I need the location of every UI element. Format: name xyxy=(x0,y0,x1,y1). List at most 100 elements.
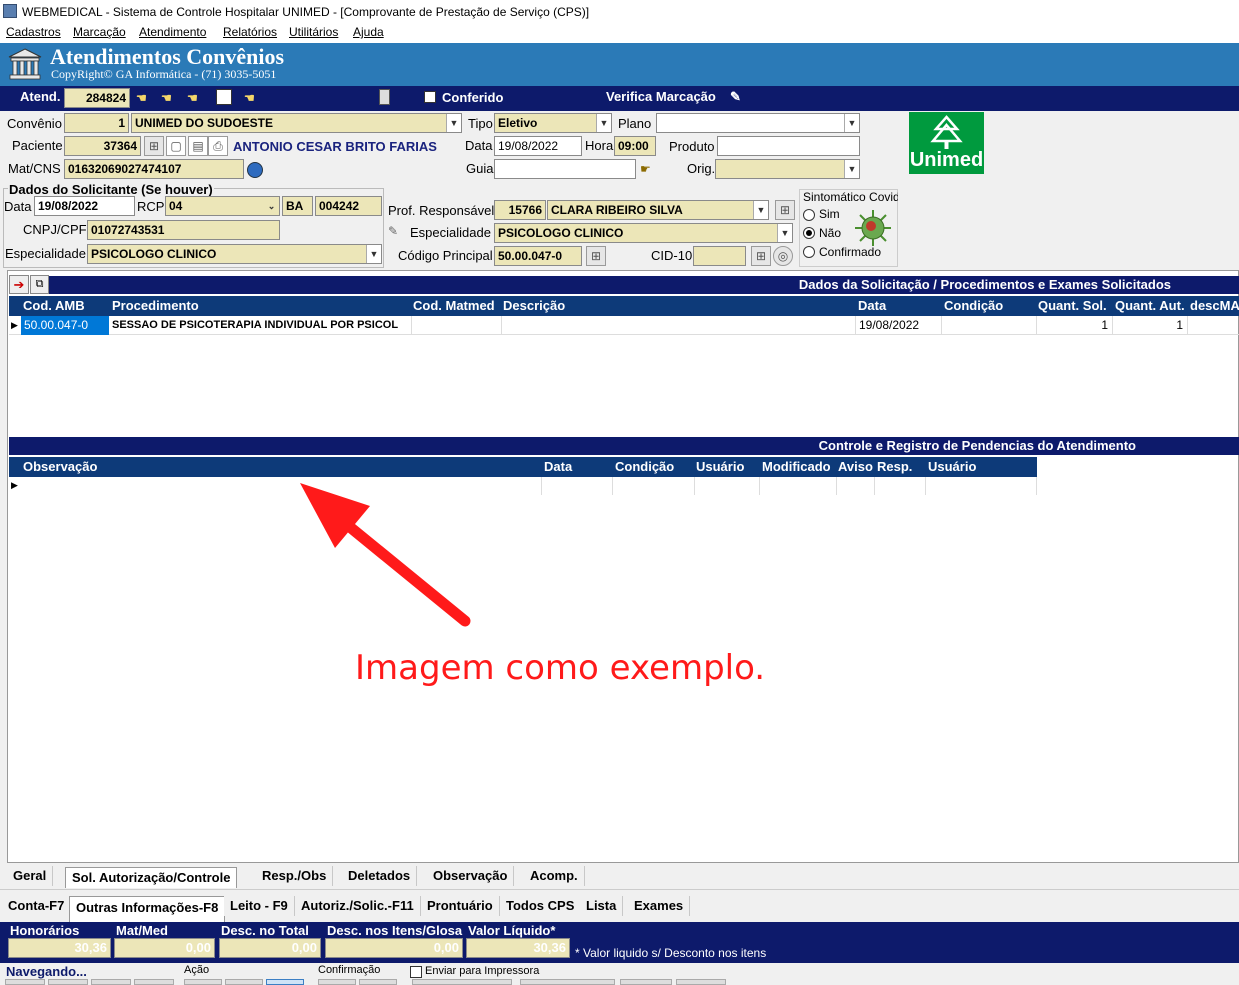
verifica-marcacao-label[interactable]: Verifica Marcação xyxy=(606,89,716,104)
tab-geral[interactable]: Geral xyxy=(7,866,54,886)
binoculars-search-icon[interactable]: ⊞ xyxy=(586,246,606,266)
tab-outras-informacoes[interactable]: Outras Informações-F8 xyxy=(69,896,226,922)
menu-relatorios[interactable]: Relatórios xyxy=(223,25,277,39)
confirm-button[interactable] xyxy=(318,979,356,985)
col-condicao[interactable]: Condição xyxy=(944,296,1003,316)
uf-field[interactable]: BA xyxy=(282,196,313,216)
orig-select[interactable]: ▼ xyxy=(715,159,860,179)
col-pend-condicao[interactable]: Condição xyxy=(615,457,674,477)
verifica-icon[interactable]: ✎ xyxy=(730,89,741,105)
extra-button[interactable] xyxy=(676,979,726,985)
tab-todos-cps[interactable]: Todos CPS xyxy=(500,896,582,916)
hora-field[interactable]: 09:00 xyxy=(614,136,656,156)
col-descricao[interactable]: Descrição xyxy=(503,296,565,316)
convenio-select[interactable]: UNIMED DO SUDOESTE ▼ xyxy=(131,113,462,133)
tab-leito[interactable]: Leito - F9 xyxy=(224,896,295,916)
report-button[interactable] xyxy=(520,979,615,985)
cell-cod-matmed[interactable] xyxy=(411,316,501,335)
chevron-down-icon[interactable]: ▼ xyxy=(777,224,792,242)
prof-code-field[interactable]: 15766 xyxy=(494,200,546,220)
chevron-down-icon[interactable]: ▼ xyxy=(366,245,381,263)
prof-especialidade-select[interactable]: PSICOLOGO CLINICO ▼ xyxy=(494,223,793,243)
document-icon[interactable]: ▢ xyxy=(166,136,186,156)
cid-field[interactable] xyxy=(693,246,746,266)
menu-utilitarios[interactable]: Utilitários xyxy=(289,25,338,39)
col-quant-sol[interactable]: Quant. Sol. xyxy=(1038,296,1107,316)
nav-record-icon[interactable] xyxy=(216,89,232,105)
cell-condicao[interactable] xyxy=(941,316,1036,335)
chevron-down-icon[interactable]: ▼ xyxy=(844,114,859,132)
tab-sol-autorizacao[interactable]: Sol. Autorização/Controle xyxy=(65,867,238,888)
col-quant-aut[interactable]: Quant. Aut. xyxy=(1115,296,1185,316)
col-descma[interactable]: descMA xyxy=(1190,296,1239,316)
acao-button[interactable] xyxy=(266,979,304,985)
tab-autoriz-solic[interactable]: Autoriz./Solic.-F11 xyxy=(295,896,421,916)
binoculars-search-icon[interactable]: ⊞ xyxy=(144,136,164,156)
col-aviso[interactable]: Aviso xyxy=(838,457,873,477)
card-icon[interactable]: ▤ xyxy=(188,136,208,156)
menu-ajuda[interactable]: Ajuda xyxy=(353,25,384,39)
nav-first-icon[interactable]: ☚ xyxy=(136,91,147,105)
tab-resp-obs[interactable]: Resp./Obs xyxy=(256,866,334,886)
col-data[interactable]: Data xyxy=(858,296,886,316)
nav-prev-icon[interactable]: ☚ xyxy=(161,91,172,105)
codigo-principal-field[interactable]: 50.00.047-0 xyxy=(494,246,582,266)
matmed-field[interactable]: 0,00 xyxy=(114,938,215,958)
sol-especialidade-select[interactable]: PSICOLOGO CLINICO ▼ xyxy=(87,244,382,264)
tipo-select[interactable]: Eletivo ▼ xyxy=(494,113,612,133)
produto-field[interactable] xyxy=(717,136,860,156)
col-usuario2[interactable]: Usuário xyxy=(928,457,976,477)
covid-nao-radio[interactable] xyxy=(803,227,815,239)
cell-data[interactable]: 19/08/2022 xyxy=(855,316,941,335)
chevron-down-icon[interactable]: ▼ xyxy=(753,201,768,219)
print-button[interactable] xyxy=(412,979,512,985)
covid-sim-radio[interactable] xyxy=(803,209,815,221)
binoculars-search-icon[interactable]: ⊞ xyxy=(751,246,771,266)
table-row[interactable]: ▶ 50.00.047-0 SESSAO DE PSICOTERAPIA IND… xyxy=(9,316,1239,335)
col-procedimento[interactable]: Procedimento xyxy=(112,296,199,316)
tab-prontuario[interactable]: Prontuário xyxy=(421,896,500,916)
extra-button[interactable] xyxy=(620,979,672,985)
nav-new-icon[interactable]: ☚ xyxy=(187,91,198,105)
sol-data-field[interactable]: 19/08/2022 xyxy=(34,196,135,216)
data-field[interactable]: 19/08/2022 xyxy=(494,136,582,156)
guia-field[interactable] xyxy=(494,159,636,179)
convenio-code-field[interactable]: 1 xyxy=(64,113,129,133)
desc-itens-field[interactable]: 0,00 xyxy=(325,938,463,958)
pen-icon[interactable]: ✎ xyxy=(388,224,398,238)
printer-icon[interactable]: ⎙ xyxy=(208,136,228,156)
cancel-button[interactable] xyxy=(359,979,397,985)
tab-lista[interactable]: Lista xyxy=(580,896,624,916)
binoculars-search-icon[interactable]: ⊞ xyxy=(775,200,795,220)
cell-descricao[interactable] xyxy=(501,316,855,335)
menu-atendimento[interactable]: Atendimento xyxy=(139,25,206,39)
nav-button[interactable] xyxy=(134,979,174,985)
menu-cadastros[interactable]: Cadastros xyxy=(6,25,61,39)
chevron-down-icon[interactable]: ▼ xyxy=(844,160,859,178)
tab-conta[interactable]: Conta-F7 xyxy=(2,896,72,916)
chevron-down-icon[interactable]: ▼ xyxy=(596,114,611,132)
enviar-impressora-checkbox[interactable] xyxy=(410,966,422,978)
tab-exames[interactable]: Exames xyxy=(628,896,691,916)
nav-button[interactable] xyxy=(48,979,88,985)
honorarios-field[interactable]: 30,36 xyxy=(8,938,111,958)
plano-select[interactable]: ▼ xyxy=(656,113,860,133)
valor-liquido-field[interactable]: 30,36 xyxy=(466,938,570,958)
paciente-code-field[interactable]: 37364 xyxy=(64,136,141,156)
acao-button[interactable] xyxy=(184,979,222,985)
refresh-icon[interactable]: ◎ xyxy=(773,246,793,266)
col-observacao[interactable]: Observação xyxy=(23,457,97,477)
arrow-right-icon[interactable]: ➔ xyxy=(9,275,29,294)
desc-total-field[interactable]: 0,00 xyxy=(219,938,321,958)
covid-confirmado-radio[interactable] xyxy=(803,246,815,258)
col-pend-usuario[interactable]: Usuário xyxy=(696,457,744,477)
tab-observacao[interactable]: Observação xyxy=(427,866,515,886)
network-icon[interactable]: ⧉ xyxy=(30,275,49,294)
chevron-down-icon[interactable]: ▼ xyxy=(446,114,461,132)
col-cod-amb[interactable]: Cod. AMB xyxy=(23,296,85,316)
col-resp[interactable]: Resp. xyxy=(877,457,912,477)
rcp-select[interactable]: 04 ⌄ xyxy=(165,196,280,216)
chevron-down-icon[interactable]: ⌄ xyxy=(264,197,279,215)
col-modificado[interactable]: Modificado xyxy=(762,457,831,477)
col-pend-data[interactable]: Data xyxy=(544,457,572,477)
